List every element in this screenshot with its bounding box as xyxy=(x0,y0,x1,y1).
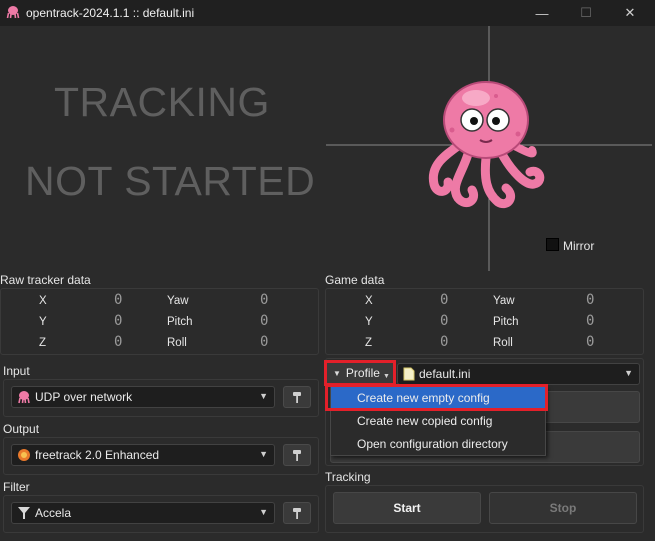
raw-y-value: 0 xyxy=(114,313,123,329)
output-settings-button[interactable] xyxy=(283,444,311,466)
game-data-title: Game data xyxy=(325,273,385,287)
octopus-icon xyxy=(18,391,30,404)
game-x-value: 0 xyxy=(440,292,449,308)
game-x-label: X xyxy=(365,295,373,307)
game-roll-value: 0 xyxy=(586,334,595,350)
raw-yaw-value: 0 xyxy=(260,292,269,308)
menu-item-create-copied-config[interactable]: Create new copied config xyxy=(331,410,547,432)
raw-tracker-title: Raw tracker data xyxy=(0,273,91,287)
filter-icon xyxy=(18,507,30,519)
annotation-highlight-box xyxy=(325,384,548,411)
tracking-title: Tracking xyxy=(325,470,371,484)
raw-z-value: 0 xyxy=(114,334,123,350)
chevron-down-small-icon: ▼ xyxy=(382,372,390,380)
chevron-down-icon: ▼ xyxy=(624,368,633,378)
window-title: opentrack-2024.1.1 :: default.ini xyxy=(26,6,195,20)
game-pitch-label: Pitch xyxy=(493,316,519,328)
close-button[interactable]: ✕ xyxy=(608,0,652,26)
hammer-icon xyxy=(293,450,301,461)
game-roll-label: Roll xyxy=(493,337,513,349)
start-button[interactable]: Start xyxy=(333,492,481,524)
raw-roll-label: Roll xyxy=(167,337,187,349)
file-icon xyxy=(403,367,415,381)
pose-preview xyxy=(326,26,652,271)
raw-tracker-panel xyxy=(0,288,319,355)
chevron-down-icon: ▼ xyxy=(259,449,268,459)
game-z-value: 0 xyxy=(440,334,449,350)
profile-button-label: Profile xyxy=(345,366,380,380)
freetrack-icon xyxy=(18,449,30,461)
profile-select[interactable]: default.ini ▼ xyxy=(397,363,640,385)
raw-x-label: X xyxy=(39,295,47,307)
octopus-app-icon xyxy=(6,6,20,19)
stop-button[interactable]: Stop xyxy=(489,492,637,524)
game-z-label: Z xyxy=(365,337,373,349)
raw-pitch-value: 0 xyxy=(260,313,269,329)
maximize-button[interactable]: ☐ xyxy=(564,0,608,26)
tracking-status-line2: NOT STARTED xyxy=(25,158,316,204)
minimize-button[interactable]: — xyxy=(520,0,564,26)
output-select[interactable]: freetrack 2.0 Enhanced ▼ xyxy=(11,444,275,466)
chevron-down-icon: ▼ xyxy=(259,507,268,517)
filter-settings-button[interactable] xyxy=(283,502,311,524)
output-select-value: freetrack 2.0 Enhanced xyxy=(35,448,160,462)
game-y-label: Y xyxy=(365,316,373,328)
game-yaw-label: Yaw xyxy=(493,295,515,307)
octopus-mascot-icon xyxy=(428,81,545,208)
hammer-icon xyxy=(293,392,301,403)
profile-select-value: default.ini xyxy=(419,367,471,381)
raw-roll-value: 0 xyxy=(260,334,269,350)
game-y-value: 0 xyxy=(440,313,449,329)
filter-title: Filter xyxy=(3,480,30,494)
input-select[interactable]: UDP over network ▼ xyxy=(11,386,275,408)
input-settings-button[interactable] xyxy=(283,386,311,408)
raw-y-label: Y xyxy=(39,316,47,328)
profile-button[interactable]: ▼ Profile ▼ xyxy=(324,360,396,386)
input-select-value: UDP over network xyxy=(35,390,133,404)
mirror-label: Mirror xyxy=(563,239,595,253)
game-pitch-value: 0 xyxy=(586,313,595,329)
chevron-down-icon: ▼ xyxy=(333,368,341,378)
menu-item-open-config-directory[interactable]: Open configuration directory xyxy=(331,433,547,455)
tracking-status-line1: TRACKING xyxy=(54,79,270,125)
raw-yaw-label: Yaw xyxy=(167,295,189,307)
raw-pitch-label: Pitch xyxy=(167,316,193,328)
raw-x-value: 0 xyxy=(114,292,123,308)
game-yaw-value: 0 xyxy=(586,292,595,308)
raw-z-label: Z xyxy=(39,337,47,349)
output-title: Output xyxy=(3,422,40,436)
filter-select[interactable]: Accela ▼ xyxy=(11,502,275,524)
chevron-down-icon: ▼ xyxy=(259,391,268,401)
input-title: Input xyxy=(3,364,30,378)
filter-select-value: Accela xyxy=(35,506,72,520)
hammer-icon xyxy=(293,508,301,519)
mirror-checkbox[interactable] xyxy=(546,238,559,251)
